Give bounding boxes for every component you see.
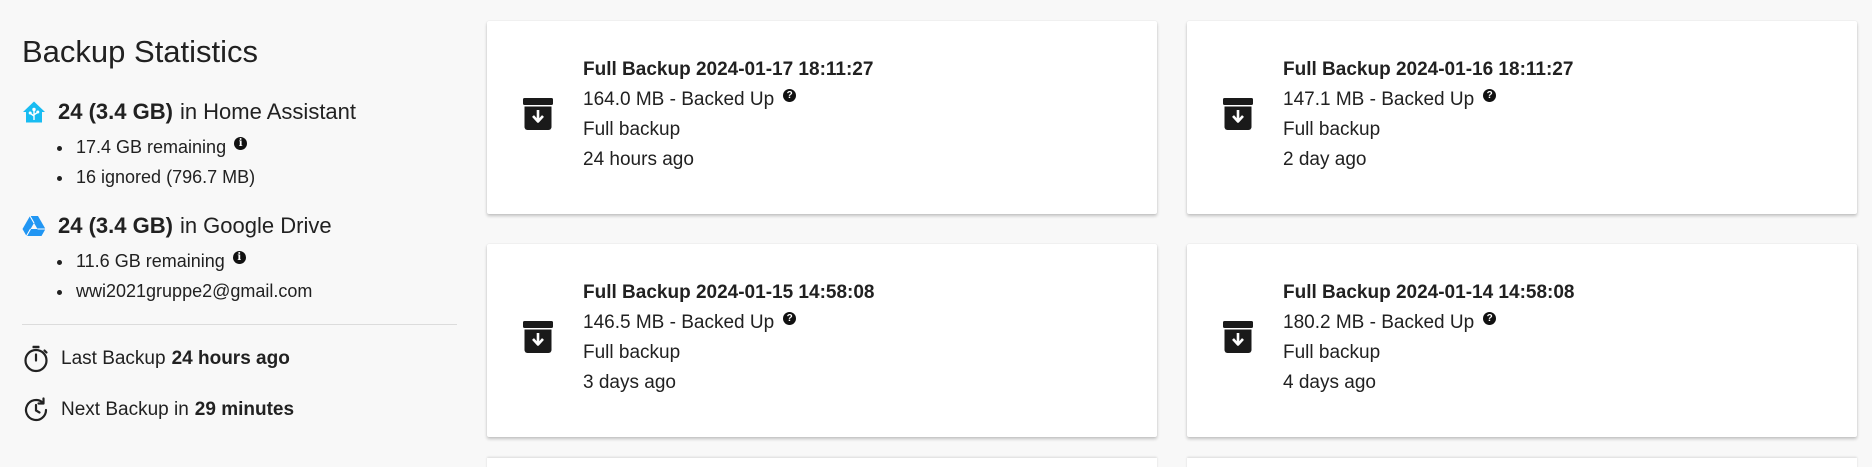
backup-age: 3 days ago [583,372,676,393]
backup-type: Full backup [1283,342,1381,363]
help-icon[interactable]: ? [1483,89,1497,102]
backup-title: Full Backup 2024-01-17 18:11:27 [583,59,874,80]
backup-details: Full Backup 2024-01-17 18:11:27 164.0 MB… [583,55,873,175]
clock-refresh-icon [22,396,50,424]
home-assistant-remaining: 17.4 GB remaining [76,137,227,157]
next-backup-row: Next Backup in 29 minutes [22,394,457,426]
backup-card[interactable]: Full Backup 2024-01-17 18:11:27 164.0 MB… [487,21,1157,214]
list-item: 11.6 GB remaining i [74,246,457,276]
home-assistant-ignored: 16 ignored (796.7 MB) [76,167,256,187]
google-drive-details: 11.6 GB remaining i wwi2021gruppe2@gmail.… [22,246,457,306]
google-drive-backup-count: 24 (3.4 GB) [58,213,173,238]
last-backup-row: Last Backup 24 hours ago [22,343,457,375]
backup-details: Full Backup 2024-01-15 14:58:08 146.5 MB… [583,278,875,398]
google-drive-location-label: in Google Drive [179,213,332,238]
help-icon[interactable]: ? [783,89,797,102]
home-assistant-backup-count: 24 (3.4 GB) [58,99,173,124]
backup-type: Full backup [583,119,681,140]
home-assistant-storage: 24 (3.4 GB) in Home Assistant 17.4 GB re… [22,96,457,192]
backup-dashboard: Backup Statistics 24 (3.4 GB) in Home As… [0,0,1872,467]
backup-size-status-row: 146.5 MB - Backed Up? [583,308,875,338]
divider [22,324,457,325]
last-backup-label: Last Backup [61,348,166,369]
google-drive-icon [22,214,46,238]
help-icon[interactable]: ? [783,312,797,325]
list-item: 16 ignored (796.7 MB) [74,162,457,192]
backup-card-partial[interactable] [487,458,1157,467]
backup-size-status-row: 147.1 MB - Backed Up? [1283,85,1573,115]
backup-card[interactable]: Full Backup 2024-01-16 18:11:27 147.1 MB… [1187,21,1857,214]
backup-title: Full Backup 2024-01-15 14:58:08 [583,282,875,303]
backup-size-status-row: 164.0 MB - Backed Up? [583,85,873,115]
list-item: 17.4 GB remaining i [74,132,457,162]
backup-type: Full backup [1283,119,1381,140]
backup-details: Full Backup 2024-01-14 14:58:08 180.2 MB… [1283,278,1575,398]
backup-card[interactable]: Full Backup 2024-01-15 14:58:08 146.5 MB… [487,244,1157,437]
archive-download-icon [1223,321,1253,353]
backup-size-status-row: 180.2 MB - Backed Up? [1283,308,1575,338]
archive-download-icon [523,321,553,353]
backup-title: Full Backup 2024-01-14 14:58:08 [1283,282,1575,303]
home-assistant-details: 17.4 GB remaining i 16 ignored (796.7 MB) [22,132,457,192]
backup-age: 4 days ago [1283,372,1376,393]
google-drive-storage: 24 (3.4 GB) in Google Drive 11.6 GB rema… [22,210,457,306]
google-drive-storage-summary: 24 (3.4 GB) in Google Drive [22,210,457,242]
backup-card-partial[interactable] [1187,458,1857,467]
page-title: Backup Statistics [22,34,259,69]
archive-download-icon [523,98,553,130]
backup-title: Full Backup 2024-01-16 18:11:27 [1283,59,1574,80]
backup-card[interactable]: Full Backup 2024-01-14 14:58:08 180.2 MB… [1187,244,1857,437]
list-item: wwi2021gruppe2@gmail.com [74,276,457,306]
help-icon[interactable]: ? [1483,312,1497,325]
timer-icon [22,345,50,373]
home-assistant-icon [22,100,46,124]
backup-age: 2 day ago [1283,149,1367,170]
backup-type: Full backup [583,342,681,363]
backup-size-status: 147.1 MB - Backed Up [1283,89,1475,110]
info-icon[interactable]: i [234,137,248,150]
backup-details: Full Backup 2024-01-16 18:11:27 147.1 MB… [1283,55,1573,175]
last-backup-value: 24 hours ago [171,348,290,369]
home-assistant-location-label: in Home Assistant [179,99,357,124]
next-backup-value: 29 minutes [194,399,295,420]
next-backup-label: Next Backup in [61,399,189,420]
google-drive-remaining: 11.6 GB remaining [76,251,225,271]
archive-download-icon [1223,98,1253,130]
backup-age: 24 hours ago [583,149,694,170]
backup-statistics-panel: Backup Statistics 24 (3.4 GB) in Home As… [22,30,457,445]
backup-size-status: 180.2 MB - Backed Up [1283,312,1475,333]
google-drive-account: wwi2021gruppe2@gmail.com [76,281,313,301]
home-assistant-storage-summary: 24 (3.4 GB) in Home Assistant [22,96,457,128]
backup-size-status: 146.5 MB - Backed Up [583,312,775,333]
info-icon[interactable]: i [232,251,246,264]
backup-size-status: 164.0 MB - Backed Up [583,89,775,110]
